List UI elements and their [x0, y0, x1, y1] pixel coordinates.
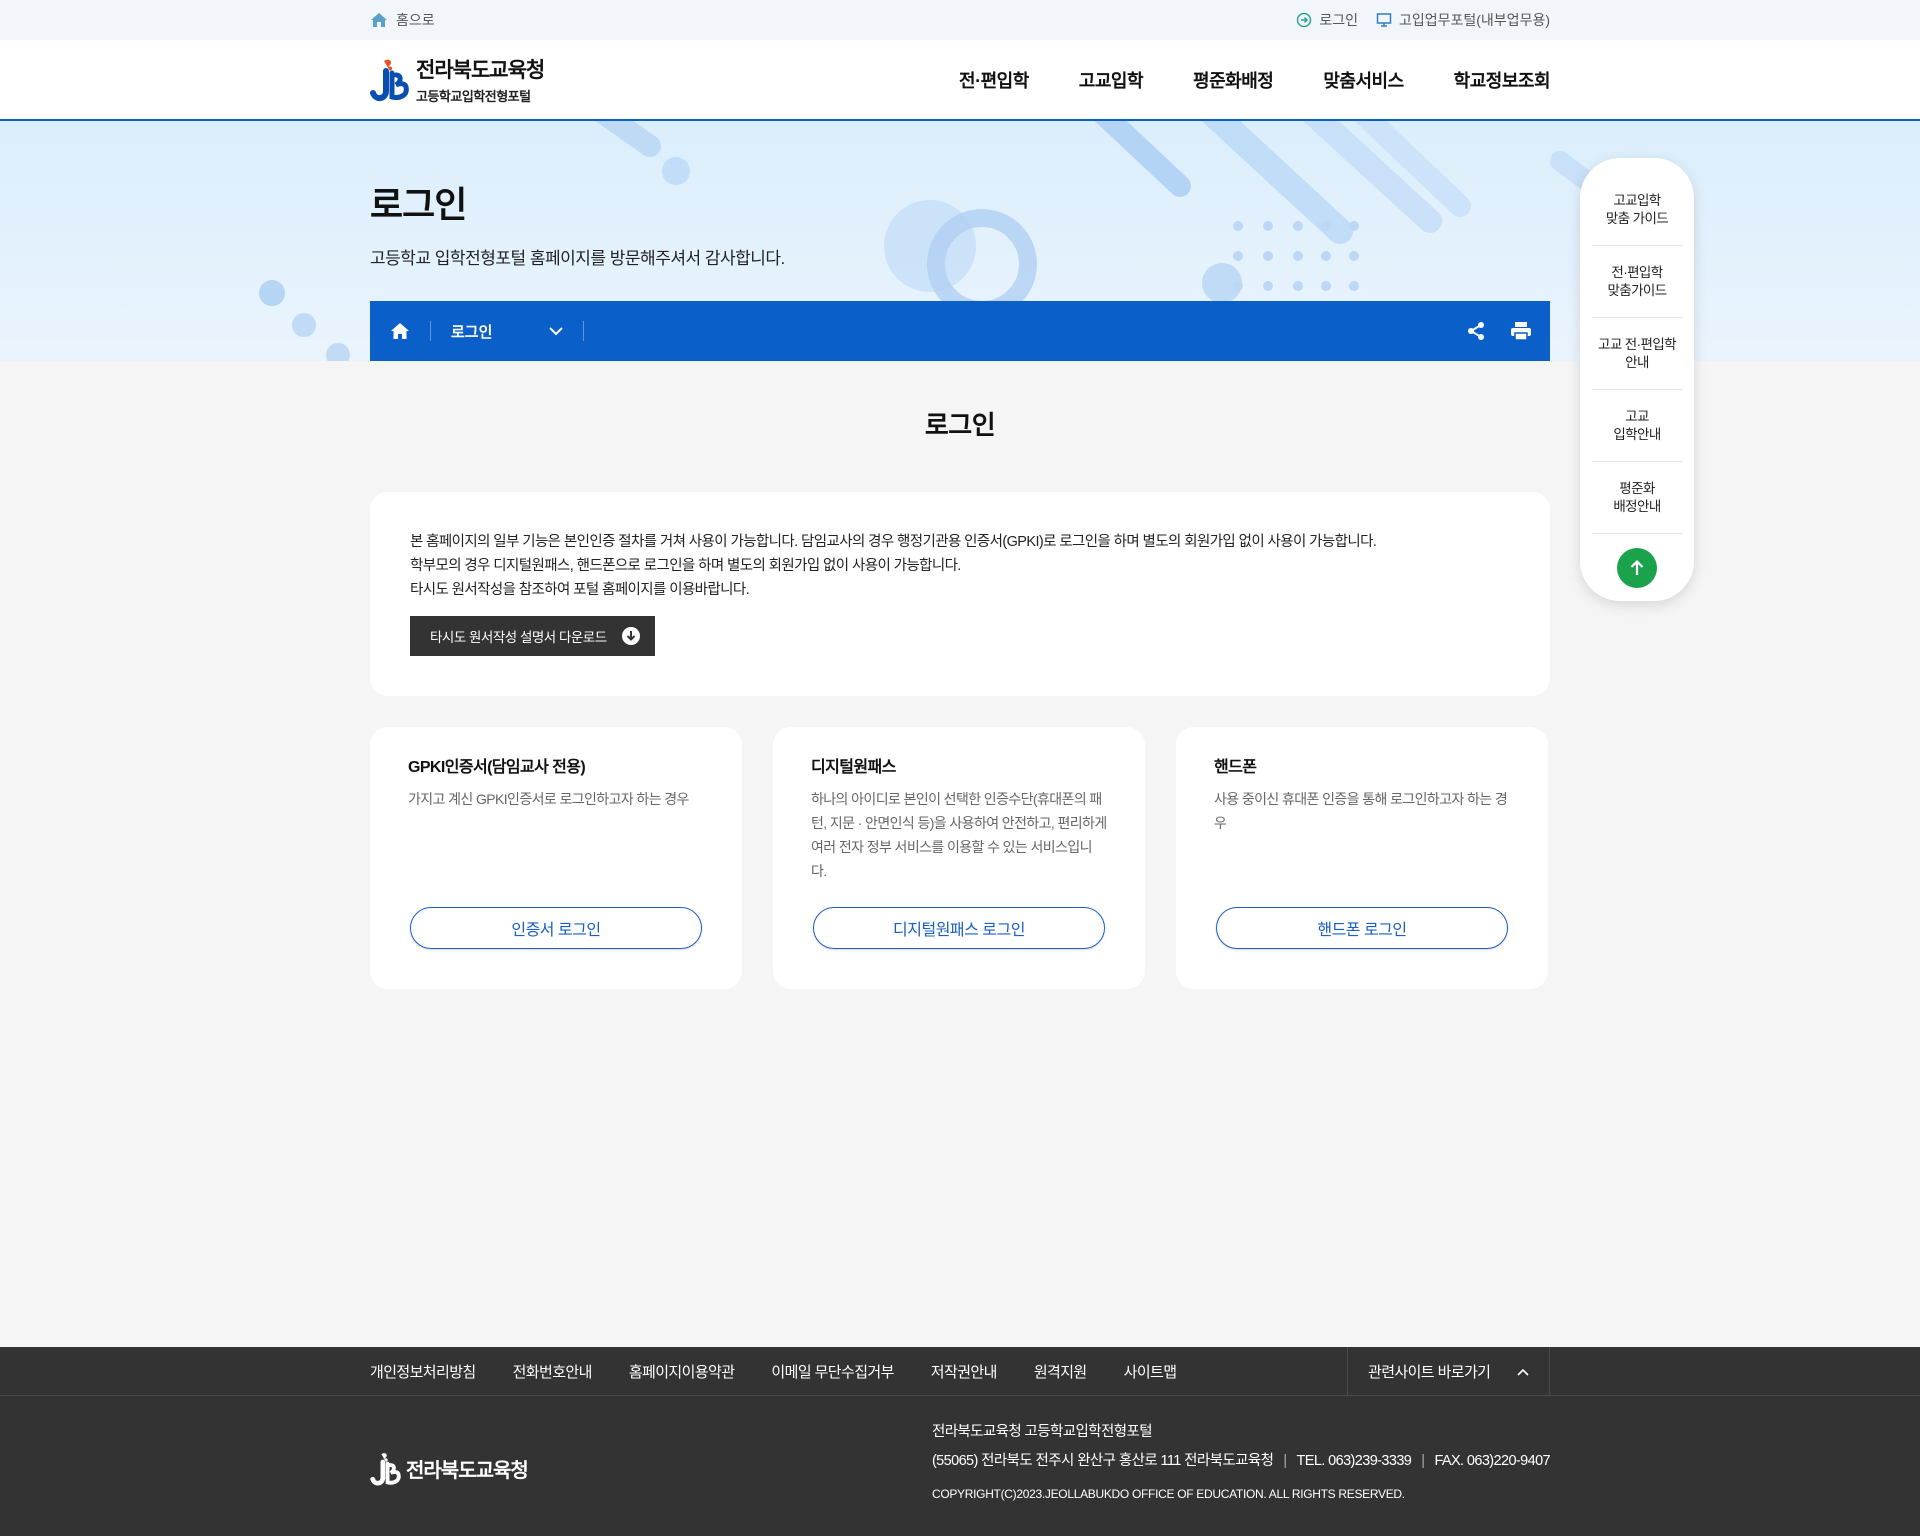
related-sites-dropdown[interactable]: 관련사이트 바로가기 [1347, 1347, 1550, 1396]
phone-login-button[interactable]: 핸드폰 로그인 [1216, 907, 1508, 949]
footer-copyright: COPYRIGHT(C)2023.JEOLLABUKDO OFFICE OF E… [931, 1487, 1405, 1501]
footer-address-text: (55065) 전라북도 전주시 완산구 홍산로 111 전라북도교육청 [931, 1453, 1274, 1469]
footer-link-email-refusal[interactable]: 이메일 무단수집거부 [771, 1361, 894, 1382]
breadcrumb-dropdown[interactable]: 로그인 [431, 321, 583, 342]
logo-title: 전라북도교육청 [416, 59, 545, 82]
visual-title: 로그인 [370, 184, 467, 225]
gpki-login-card: GPKI인증서(담임교사 전용) 가지고 계신 GPKI인증서로 로그인하고자 … [370, 727, 742, 989]
quick-item-equalization-info[interactable]: 평준화 배정안내 [1592, 462, 1682, 534]
site-header: 전라북도교육청 고등학교입학전형포털 전·편입학 고교입학 평준화배정 맞춤서비… [0, 40, 1920, 121]
home-link[interactable]: 홈으로 [370, 10, 435, 30]
download-guide-label: 타시도 원서작성 설명서 다운로드 [430, 630, 607, 645]
footer-tel: TEL. 063)239-3339 [1296, 1453, 1412, 1469]
print-icon[interactable] [1510, 321, 1532, 341]
quick-item-transfer-info[interactable]: 고교 전·편입학 안내 [1592, 318, 1682, 390]
related-sites-label: 관련사이트 바로가기 [1368, 1364, 1491, 1381]
quick-menu: 고교입학 맞춤 가이드 전·편입학 맞춤가이드 고교 전·편입학 안내 고교 입… [1580, 158, 1694, 601]
chevron-up-icon [1517, 1368, 1529, 1376]
chevron-down-icon [549, 326, 563, 335]
notice-line-3: 타시도 원서작성을 참조하여 포털 홈페이지를 이용바랍니다. [410, 582, 750, 598]
jb-logo-icon [370, 59, 409, 101]
card-description: 가지고 계신 GPKI인증서로 로그인하고자 하는 경우 [408, 791, 689, 807]
main-navigation: 전·편입학 고교입학 평준화배정 맞춤서비스 학교정보조회 [959, 67, 1550, 93]
nav-equalization[interactable]: 평준화배정 [1193, 67, 1274, 93]
certificate-login-button[interactable]: 인증서 로그인 [410, 907, 702, 949]
page-title: 로그인 [924, 410, 996, 440]
share-icon[interactable] [1466, 321, 1486, 341]
login-icon [1297, 12, 1312, 28]
card-title: GPKI인증서(담임교사 전용) [408, 759, 586, 776]
footer-link-remote-support[interactable]: 원격지원 [1034, 1361, 1087, 1382]
breadcrumb-label: 로그인 [451, 323, 493, 341]
arrow-up-icon [1630, 559, 1644, 575]
home-icon [371, 13, 387, 27]
jb-logo-icon [370, 1452, 401, 1485]
footer-fax: FAX. 063)220-9407 [1434, 1453, 1550, 1469]
utility-bar: 홈으로 로그인 고입업무포털(내부업무용) [0, 0, 1920, 40]
login-notice-box: 본 홈페이지의 일부 기능은 본인인증 절차를 거쳐 사용이 가능합니다. 담임… [370, 492, 1550, 696]
logo-subtitle: 고등학교입학전형포털 [416, 89, 531, 104]
digital-onepass-login-button[interactable]: 디지털원패스 로그인 [813, 907, 1105, 949]
card-title: 디지털원패스 [811, 759, 896, 776]
site-logo[interactable]: 전라북도교육청 고등학교입학전형포털 [370, 54, 545, 105]
divider [583, 321, 584, 341]
nav-high-school-admission[interactable]: 고교입학 [1079, 67, 1144, 93]
login-link-label: 로그인 [1319, 12, 1358, 28]
notice-line-2: 학부모의 경우 디지털원패스, 핸드폰으로 로그인을 하며 별도의 회원가입 없… [410, 558, 961, 574]
monitor-icon [1376, 13, 1392, 27]
footer-logo: 전라북도교육청 [370, 1428, 529, 1509]
nav-transfer[interactable]: 전·편입학 [959, 67, 1029, 93]
nav-school-info[interactable]: 학교정보조회 [1454, 67, 1551, 93]
digital-onepass-card: 디지털원패스 하나의 아이디로 본인이 선택한 인증수단(휴대폰의 패턴, 지문… [773, 727, 1145, 989]
download-icon [621, 627, 640, 645]
footer-link-privacy[interactable]: 개인정보처리방침 [370, 1361, 476, 1382]
login-options: GPKI인증서(담임교사 전용) 가지고 계신 GPKI인증서로 로그인하고자 … [370, 727, 1550, 989]
footer-link-copyright[interactable]: 저작권안내 [931, 1361, 998, 1382]
phone-login-card: 핸드폰 사용 중이신 휴대폰 인증을 통해 로그인하고자 하는 경우 핸드폰 로… [1176, 727, 1548, 989]
footer-link-phone[interactable]: 전화번호안내 [513, 1361, 593, 1382]
nav-custom-service[interactable]: 맞춤서비스 [1323, 67, 1404, 93]
card-description: 하나의 아이디로 본인이 선택한 인증수단(휴대폰의 패턴, 지문 · 안면인식… [811, 791, 1107, 879]
quick-item-transfer-guide[interactable]: 전·편입학 맞춤가이드 [1592, 246, 1682, 318]
notice-line-1: 본 홈페이지의 일부 기능은 본인인증 절차를 거쳐 사용이 가능합니다. 담임… [410, 534, 1377, 550]
home-link-label: 홈으로 [396, 12, 435, 28]
footer-logo-title: 전라북도교육청 [406, 1460, 529, 1482]
footer-link-sitemap[interactable]: 사이트맵 [1124, 1361, 1177, 1382]
quick-item-admission-info[interactable]: 고교 입학안내 [1592, 390, 1682, 462]
internal-portal-link[interactable]: 고입업무포털(내부업무용) [1376, 10, 1550, 30]
visual-subtitle: 고등학교 입학전형포털 홈페이지를 방문해주셔서 감사합니다. [370, 249, 785, 268]
card-title: 핸드폰 [1214, 759, 1257, 776]
home-icon [391, 323, 409, 339]
location-bar: 로그인 [370, 301, 1550, 361]
footer-link-terms[interactable]: 홈페이지이용약관 [629, 1361, 735, 1382]
site-footer: 개인정보처리방침 전화번호안내 홈페이지이용약관 이메일 무단수집거부 저작권안… [0, 1347, 1920, 1536]
scroll-top-button[interactable] [1617, 548, 1657, 588]
footer-address: 전라북도교육청 고등학교입학전형포털 (55065) 전라북도 전주시 완산구 … [931, 1418, 1551, 1509]
footer-org: 전라북도교육청 고등학교입학전형포털 [931, 1424, 1153, 1440]
card-description: 사용 중이신 휴대폰 인증을 통해 로그인하고자 하는 경우 [1214, 791, 1508, 831]
quick-item-admission-guide[interactable]: 고교입학 맞춤 가이드 [1592, 174, 1682, 246]
internal-portal-label: 고입업무포털(내부업무용) [1398, 12, 1550, 28]
location-home-button[interactable] [370, 301, 430, 361]
download-guide-button[interactable]: 타시도 원서작성 설명서 다운로드 [410, 616, 655, 656]
login-link[interactable]: 로그인 [1296, 10, 1358, 30]
